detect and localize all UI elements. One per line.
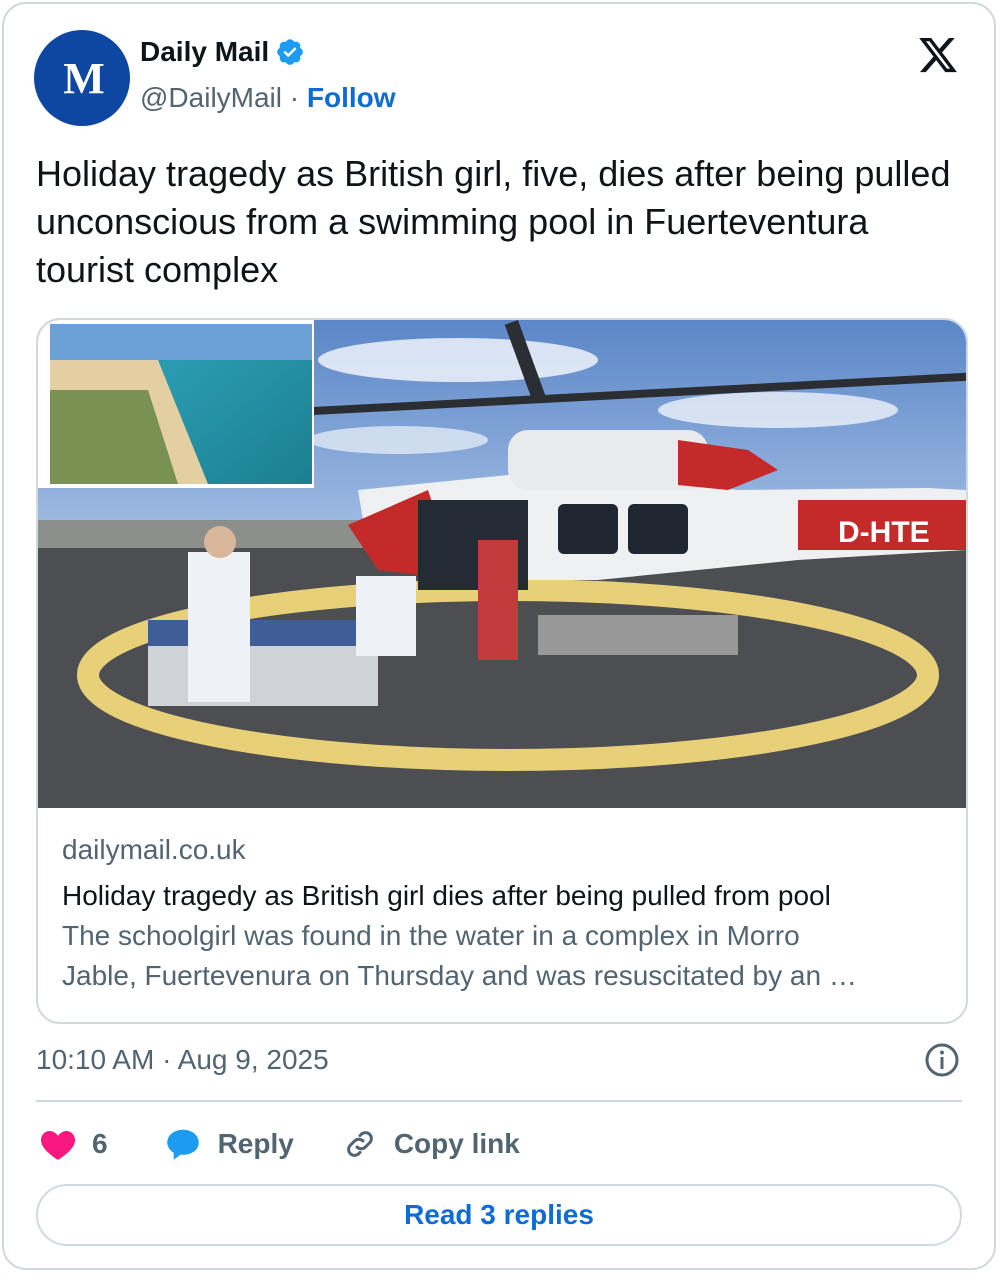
avatar-monogram: M [63, 53, 104, 103]
author-handle[interactable]: @DailyMail [140, 82, 282, 113]
author-handle-row: @DailyMail · Follow [140, 82, 396, 114]
like-count: 6 [92, 1128, 108, 1159]
info-icon[interactable] [924, 1042, 960, 1078]
link-icon [346, 1131, 373, 1157]
x-logo-icon[interactable] [916, 34, 960, 76]
avatar[interactable]: M [34, 30, 130, 126]
read-replies-button[interactable]: Read 3 replies [36, 1184, 962, 1246]
tweet-text: Holiday tragedy as British girl, five, d… [36, 153, 951, 290]
tweet-timestamp[interactable]: 10:10 AM · Aug 9, 2025 [36, 1044, 329, 1076]
helicopter-registration: D-HTE [838, 516, 930, 549]
like-button[interactable]: 6 [40, 1127, 108, 1161]
heart-icon [40, 1130, 76, 1160]
verified-badge-icon [277, 39, 303, 65]
divider [36, 1100, 962, 1102]
reply-bubble-icon [166, 1129, 199, 1160]
reply-button[interactable]: Reply [164, 1126, 294, 1162]
tweet-embed-card: M Daily Mail @DailyMail · Follow Holiday… [2, 2, 996, 1270]
reply-label: Reply [217, 1128, 294, 1159]
link-description-line-2: Jable, Fuertevenura on Thursday and was … [62, 960, 857, 991]
author-name-row: Daily Mail [140, 36, 305, 68]
handle-separator: · [282, 82, 307, 113]
article-photo[interactable]: D-HTE [38, 320, 966, 808]
link-preview-meta: dailymail.co.uk Holiday tragedy as Briti… [62, 832, 942, 996]
copy-link-button[interactable]: Copy link [342, 1126, 520, 1162]
link-preview-card[interactable]: D-HTE dailymail.co.uk Holiday tragedy as… [36, 318, 968, 1024]
copy-link-label: Copy link [393, 1128, 520, 1159]
follow-button[interactable]: Follow [307, 82, 396, 113]
link-domain: dailymail.co.uk [62, 834, 246, 865]
link-description-line-1: The schoolgirl was found in the water in… [62, 920, 800, 951]
action-bar: 6 Reply Copy link [40, 1122, 520, 1166]
author-name[interactable]: Daily Mail [140, 36, 269, 68]
link-title: Holiday tragedy as British girl dies aft… [62, 880, 831, 911]
